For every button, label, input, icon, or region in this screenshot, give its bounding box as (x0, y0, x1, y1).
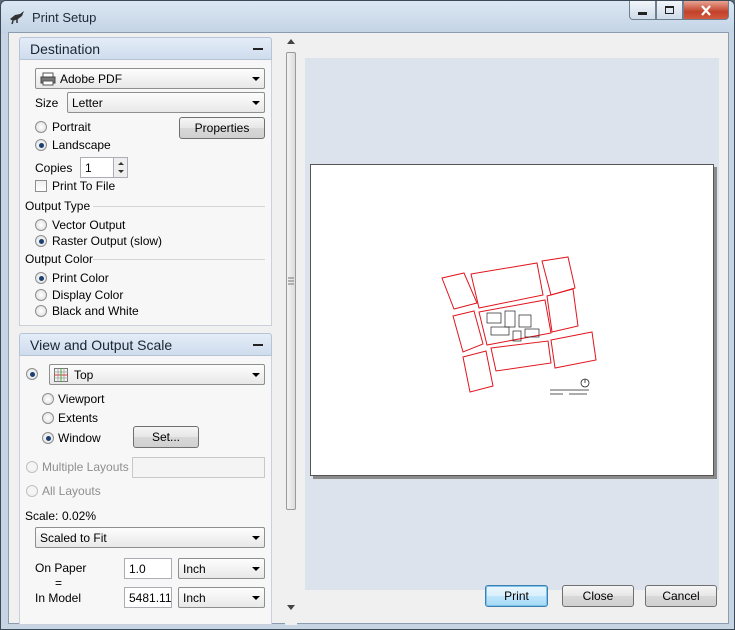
preview-paper (310, 164, 714, 476)
view-scale-title: View and Output Scale (30, 337, 173, 353)
chevron-down-icon (252, 77, 260, 81)
chevron-down-icon (252, 536, 260, 540)
title-bar: Print Setup (1, 1, 734, 33)
set-window-button[interactable]: Set... (133, 426, 199, 448)
in-model-unit-value: Inch (183, 591, 206, 605)
view-select[interactable]: Top (49, 364, 265, 385)
copies-value: 1 (85, 161, 92, 175)
destination-panel-header[interactable]: Destination (19, 37, 272, 60)
all-layouts-radio[interactable] (26, 485, 38, 497)
output-type-divider (93, 206, 265, 207)
view-scale-panel-header[interactable]: View and Output Scale (19, 333, 272, 356)
printer-select[interactable]: Adobe PDF (35, 68, 265, 89)
grip-icon (288, 277, 294, 285)
print-button[interactable]: Print (485, 585, 548, 607)
on-paper-unit-value: Inch (183, 562, 206, 576)
size-value: Letter (72, 96, 103, 110)
view-radio[interactable] (26, 368, 38, 380)
view-value: Top (74, 368, 94, 382)
viewport-label: Viewport (58, 392, 105, 406)
portrait-radio[interactable] (35, 121, 47, 133)
settings-scrollbar[interactable] (285, 33, 297, 625)
scale-mode-value: Scaled to Fit (40, 531, 107, 545)
close-icon (701, 4, 711, 16)
cancel-button[interactable]: Cancel (645, 585, 717, 607)
size-label: Size (35, 96, 59, 110)
chevron-down-icon (252, 101, 260, 105)
scale-value: 0.02% (62, 509, 97, 523)
extents-radio[interactable] (42, 412, 54, 424)
output-color-divider (93, 259, 265, 260)
in-model-unit-select[interactable]: Inch (178, 587, 265, 608)
chevron-down-icon (252, 596, 260, 600)
scroll-thumb[interactable] (286, 52, 296, 510)
multiple-layouts-input[interactable] (132, 457, 265, 478)
size-select[interactable]: Letter (67, 92, 265, 113)
print-color-label: Print Color (52, 271, 109, 285)
grid-icon (54, 368, 68, 382)
on-paper-input[interactable]: 1.0 (124, 558, 172, 579)
dialog-client: Destination Adobe PDF Size Letter Portra… (8, 32, 729, 625)
black-and-white-radio[interactable] (35, 305, 47, 317)
in-model-label: In Model (35, 591, 82, 605)
in-model-value: 5481.11! (129, 591, 171, 605)
landscape-radio[interactable] (35, 139, 47, 151)
collapse-icon[interactable] (253, 344, 263, 346)
scroll-down-icon[interactable] (287, 605, 295, 611)
on-paper-value: 1.0 (129, 562, 146, 576)
destination-title: Destination (30, 41, 101, 57)
portrait-label: Portrait (52, 120, 91, 134)
on-paper-unit-select[interactable]: Inch (178, 558, 265, 579)
scroll-up-icon[interactable] (287, 38, 295, 44)
multiple-layouts-radio[interactable] (26, 461, 38, 473)
window-radio[interactable] (42, 432, 54, 444)
all-layouts-label: All Layouts (42, 484, 101, 498)
in-model-input[interactable]: 5481.11! (124, 587, 172, 608)
printer-value: Adobe PDF (60, 72, 123, 86)
print-preview (305, 58, 719, 590)
extents-label: Extents (58, 411, 99, 425)
multiple-layouts-label: Multiple Layouts (42, 460, 129, 474)
close-button[interactable]: Close (562, 585, 634, 607)
scale-label: Scale: (25, 509, 59, 523)
minimize-icon (638, 11, 647, 15)
maximize-button[interactable] (656, 1, 683, 20)
chevron-down-icon (252, 567, 260, 571)
settings-pane: Destination Adobe PDF Size Letter Portra… (9, 33, 289, 625)
copies-spinner[interactable] (113, 158, 127, 177)
print-color-radio[interactable] (35, 272, 47, 284)
preview-drawing (441, 256, 597, 395)
rhino-app-icon (10, 11, 24, 25)
vector-output-radio[interactable] (35, 219, 47, 231)
collapse-icon[interactable] (253, 48, 263, 50)
properties-button[interactable]: Properties (179, 117, 265, 139)
landscape-label: Landscape (52, 138, 111, 152)
spinner-arrows-icon (118, 162, 124, 173)
maximize-icon (665, 6, 674, 14)
raster-output-label: Raster Output (slow) (52, 234, 163, 248)
print-to-file-label: Print To File (52, 179, 116, 193)
output-color-label: Output Color (25, 252, 94, 266)
vector-output-label: Vector Output (52, 218, 126, 232)
equals-sign: = (55, 576, 63, 590)
raster-output-radio[interactable] (35, 235, 47, 247)
window-title: Print Setup (32, 10, 97, 25)
minimize-button[interactable] (629, 1, 656, 20)
display-color-radio[interactable] (35, 289, 47, 301)
print-setup-window: Print Setup Destination Adobe PDF Size L… (0, 0, 735, 630)
print-to-file-checkbox[interactable] (35, 180, 47, 192)
window-label: Window (58, 431, 101, 445)
printer-icon (40, 72, 56, 86)
output-type-label: Output Type (25, 199, 91, 213)
copies-label: Copies (35, 161, 73, 175)
viewport-radio[interactable] (42, 393, 54, 405)
close-window-button[interactable] (683, 1, 729, 20)
on-paper-label: On Paper (35, 561, 87, 575)
copies-input[interactable]: 1 (80, 157, 128, 178)
chevron-down-icon (252, 373, 260, 377)
black-and-white-label: Black and White (52, 304, 139, 318)
scale-mode-select[interactable]: Scaled to Fit (35, 527, 265, 548)
display-color-label: Display Color (52, 288, 124, 302)
